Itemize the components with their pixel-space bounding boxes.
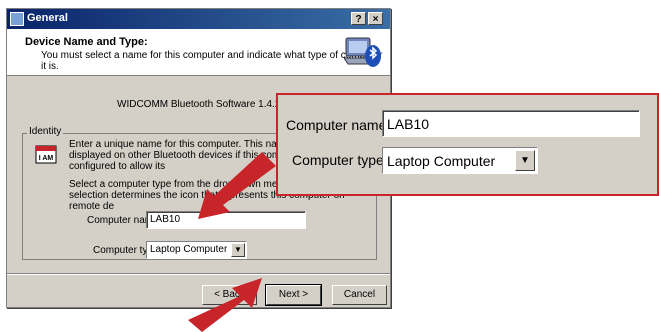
help-button[interactable]: ?: [351, 12, 366, 25]
zoom-dropdown-arrow-icon[interactable]: ▼: [515, 150, 535, 171]
zoom-computer-type-label: Computer type:: [292, 152, 388, 168]
zoom-callout: Computer name: LAB10 Computer type: Lapt…: [276, 93, 659, 196]
zoom-computer-name-label: Computer name:: [286, 117, 391, 133]
window-icon: [10, 12, 24, 26]
window-title: General: [27, 12, 68, 24]
zoom-computer-type-value: Laptop Computer: [387, 153, 496, 169]
name-tag-icon: I AM: [35, 145, 57, 164]
next-button[interactable]: Next >: [265, 284, 322, 306]
close-button[interactable]: ×: [368, 12, 383, 25]
back-button[interactable]: < Back: [202, 285, 257, 305]
header-title: Device Name and Type:: [25, 36, 148, 48]
identity-legend: Identity: [27, 126, 64, 137]
cancel-button[interactable]: Cancel: [332, 285, 387, 305]
wizard-header: Device Name and Type: You must select a …: [7, 29, 390, 76]
name-tag-text: I AM: [39, 155, 54, 162]
title-bar[interactable]: General ? ×: [7, 9, 390, 29]
header-subtitle: You must select a name for this computer…: [41, 50, 383, 72]
computer-type-select[interactable]: Laptop Computer ▼: [146, 241, 247, 259]
computer-name-input[interactable]: LAB10: [146, 211, 306, 229]
zoom-computer-name-input[interactable]: LAB10: [382, 110, 640, 137]
bluetooth-laptop-icon: [344, 37, 381, 67]
computer-type-value: Laptop Computer: [150, 244, 228, 255]
dropdown-arrow-icon[interactable]: ▼: [231, 243, 245, 257]
button-separator: [7, 273, 390, 275]
zoom-computer-type-select[interactable]: Laptop Computer ▼: [382, 147, 538, 174]
